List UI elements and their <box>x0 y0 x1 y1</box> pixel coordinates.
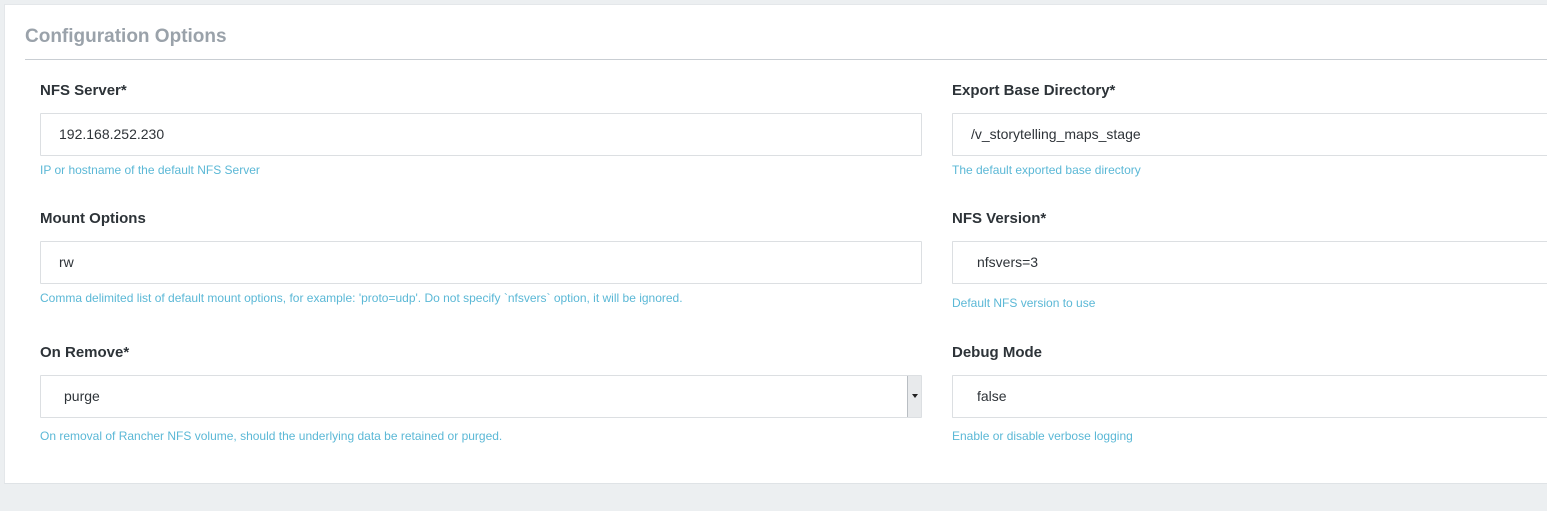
export-base-directory-help: The default exported base directory <box>952 163 1141 177</box>
export-base-directory-input[interactable]: /v_storytelling_maps_stage <box>952 113 1547 156</box>
on-remove-label: On Remove* <box>40 344 130 361</box>
nfs-server-group: NFS Server* 192.168.252.230 IP or hostna… <box>40 81 922 177</box>
caret-down-icon[interactable] <box>907 376 921 417</box>
on-remove-select[interactable]: purge <box>40 375 922 418</box>
configuration-options-panel: Configuration Options NFS Server* 192.16… <box>4 4 1547 484</box>
on-remove-group: On Remove* purge On removal of Rancher N… <box>40 343 922 443</box>
nfs-server-input[interactable]: 192.168.252.230 <box>40 113 922 156</box>
nfs-server-label: NFS Server* <box>40 82 127 99</box>
nfs-version-label: NFS Version* <box>952 210 1047 227</box>
nfs-version-input[interactable]: nfsvers=3 <box>952 241 1547 284</box>
debug-mode-group: Debug Mode false Enable or disable verbo… <box>952 343 1547 443</box>
debug-mode-help: Enable or disable verbose logging <box>952 429 1133 443</box>
mount-options-label: Mount Options <box>40 210 146 227</box>
export-base-directory-label: Export Base Directory* <box>952 82 1116 99</box>
debug-mode-label: Debug Mode <box>952 344 1042 361</box>
nfs-version-group: NFS Version* nfsvers=3 Default NFS versi… <box>952 209 1547 310</box>
nfs-version-help: Default NFS version to use <box>952 296 1096 310</box>
on-remove-selected-value: purge <box>64 388 100 404</box>
nfs-server-help: IP or hostname of the default NFS Server <box>40 163 260 177</box>
mount-options-help: Comma delimited list of default mount op… <box>40 291 683 305</box>
mount-options-input[interactable]: rw <box>40 241 922 284</box>
on-remove-help: On removal of Rancher NFS volume, should… <box>40 429 503 443</box>
section-divider <box>25 59 1547 60</box>
export-base-directory-group: Export Base Directory* /v_storytelling_m… <box>952 81 1547 177</box>
section-title: Configuration Options <box>25 26 227 47</box>
debug-mode-input[interactable]: false <box>952 375 1547 418</box>
mount-options-group: Mount Options rw Comma delimited list of… <box>40 209 922 305</box>
